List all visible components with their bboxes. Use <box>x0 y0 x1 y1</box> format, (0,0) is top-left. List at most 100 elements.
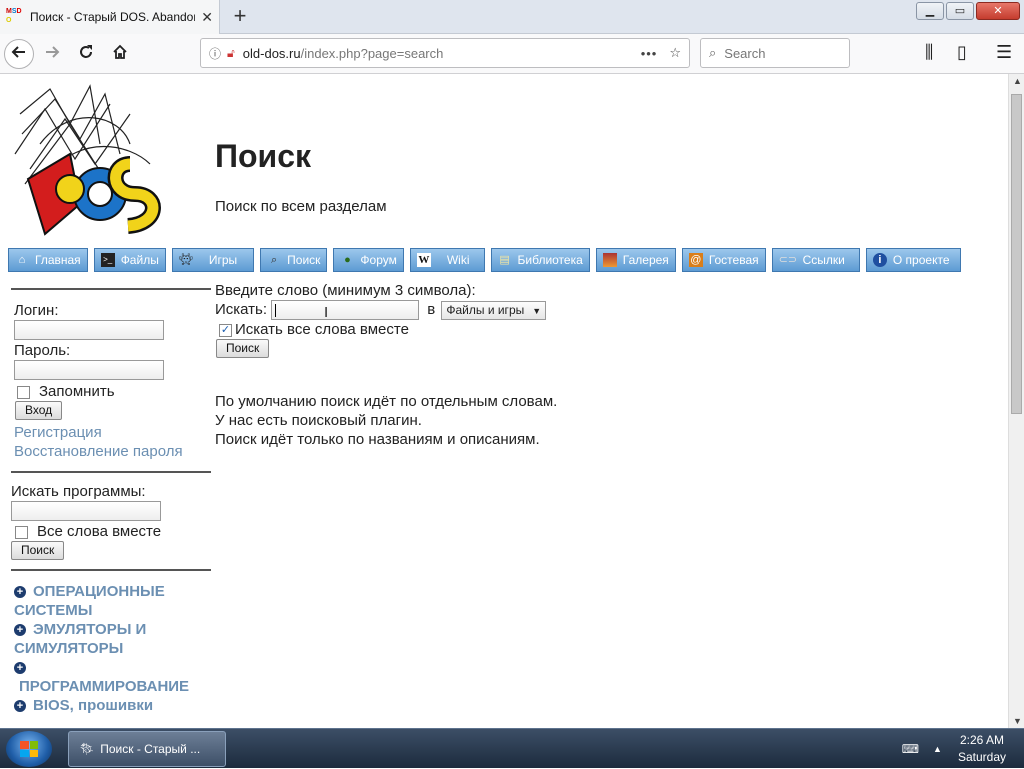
page-info-icon[interactable]: ⓘ <box>209 45 221 62</box>
password-input[interactable] <box>14 360 164 380</box>
browser-search-input[interactable]: ⌕ Search <box>700 38 850 68</box>
page-subtitle: Поиск по всем разделам <box>215 198 387 215</box>
tab-close-icon[interactable]: ✕ <box>201 9 213 26</box>
search-submit-button[interactable]: Поиск <box>216 339 270 358</box>
expand-icon: + <box>14 624 26 636</box>
page-actions-icon[interactable]: ••• <box>641 46 658 61</box>
menu-item-guestbook[interactable]: @ Гостевая <box>681 248 766 272</box>
scrollbar-thumb[interactable] <box>1011 94 1022 414</box>
taskbar-item-label: Поиск - Старый ... <box>100 742 201 756</box>
sidebar: Логин: Пароль: Запомнить Вход Регистраци… <box>11 288 211 715</box>
menu-item-games[interactable]: 👾︎ Игры <box>171 248 255 272</box>
address-bar[interactable]: ⓘ 🔓︎ old-dos.ru /index.php?page=search •… <box>200 38 690 68</box>
library-icon[interactable]: ⫼ <box>925 42 933 63</box>
forward-button[interactable] <box>36 38 68 70</box>
category-label: BIOS, прошивки <box>33 697 154 714</box>
side-all-words-row: Все слова вместе <box>15 523 211 540</box>
divider <box>11 471 211 473</box>
expand-icon: + <box>14 662 26 674</box>
divider <box>11 569 211 571</box>
menu-item-library[interactable]: ▤ Библиотека <box>490 248 590 272</box>
page-scrollbar[interactable]: ▲ ▼ <box>1008 74 1024 728</box>
reload-button[interactable] <box>70 38 102 70</box>
reload-icon <box>80 44 92 58</box>
category-emulators[interactable]: + ЭМУЛЯТОРЫ И СИМУЛЯТОРЫ <box>14 620 211 658</box>
menu-item-gallery[interactable]: Галерея <box>595 248 676 272</box>
insecure-lock-icon[interactable]: 🔓︎ <box>227 46 235 61</box>
login-button[interactable]: Вход <box>15 401 63 420</box>
show-hidden-icons-icon[interactable]: ▲ <box>933 744 942 754</box>
category-os[interactable]: + ОПЕРАЦИОННЫЕ СИСТЕМЫ <box>14 582 211 620</box>
terminal-icon: >_ <box>100 253 115 267</box>
search-icon: ⌕ <box>709 45 717 60</box>
menu-item-forum[interactable]: ● Форум <box>333 248 404 272</box>
forward-arrow-icon <box>46 45 60 58</box>
taskbar-item-browser[interactable]: 🪲︎ Поиск - Старый ... <box>68 731 226 767</box>
note-line: По умолчанию поиск идёт по отдельным сло… <box>215 393 558 410</box>
text-caret <box>275 304 277 317</box>
bookmark-star-icon[interactable]: ☆ <box>669 45 681 61</box>
magnifier-icon: ⌕ <box>271 254 278 266</box>
search-placeholder: Search <box>724 45 766 61</box>
search-form: Введите слово (минимум 3 символа): Искат… <box>215 282 557 449</box>
close-window-button[interactable]: ✕ <box>976 2 1020 20</box>
menu-item-label: Галерея <box>622 253 669 267</box>
ms-dos-logo <box>10 84 174 244</box>
scroll-down-icon[interactable]: ▼ <box>1013 716 1022 726</box>
side-search-input[interactable] <box>11 501 161 521</box>
all-words-row: ✓ Искать все слова вместе <box>219 321 557 338</box>
person-icon: ● <box>344 254 351 266</box>
invader-icon: 👾︎ <box>178 254 193 266</box>
keyboard-icon[interactable]: ⌨ <box>902 742 919 756</box>
category-bios[interactable]: + BIOS, прошивки <box>14 696 211 715</box>
recover-password-link[interactable]: Восстановление пароля <box>14 442 211 461</box>
remember-checkbox[interactable] <box>17 385 30 399</box>
menu-item-label: Поиск <box>287 253 321 267</box>
clock[interactable]: 2:26 AM Saturday <box>958 732 1006 766</box>
windows-logo-icon <box>20 741 38 757</box>
maximize-button[interactable]: ▭ <box>946 2 974 20</box>
category-label: ПРОГРАММИРОВАНИЕ <box>19 678 190 695</box>
remember-label: Запомнить <box>39 383 115 400</box>
side-search-button[interactable]: Поиск <box>11 541 65 560</box>
browser-tab[interactable]: MSDO Поиск - Старый DOS. Abandon ✕ <box>0 0 220 34</box>
all-words-label: Искать все слова вместе <box>235 321 409 338</box>
menu-item-label: Игры <box>208 253 238 267</box>
login-input[interactable] <box>14 320 164 340</box>
menu-item-links[interactable]: ⊂⊃ Ссылки <box>771 248 860 272</box>
menu-item-label: Библиотека <box>517 253 583 267</box>
in-label: в <box>427 300 436 318</box>
search-scope-select[interactable]: Файлы и игры ▼ <box>441 300 547 320</box>
hamburger-menu-icon[interactable]: ☰ <box>996 42 1012 63</box>
start-button[interactable] <box>6 731 52 767</box>
wiki-icon: W <box>416 253 431 267</box>
minimize-button[interactable]: ▁ <box>916 2 944 20</box>
expand-icon: + <box>14 700 26 712</box>
register-link[interactable]: Регистрация <box>14 423 211 442</box>
side-all-words-checkbox[interactable] <box>15 525 28 539</box>
back-button[interactable] <box>4 38 34 69</box>
back-arrow-icon <box>11 45 25 58</box>
scroll-up-icon[interactable]: ▲ <box>1013 76 1022 86</box>
menu-item-label: О проекте <box>892 253 950 267</box>
menu-item-search[interactable]: ⌕ Поиск <box>260 248 328 272</box>
menu-item-label: Гостевая <box>708 253 759 267</box>
home-button[interactable] <box>104 38 136 70</box>
system-tray: ⌨ ▲ 2:26 AM Saturday <box>902 729 1024 769</box>
note-line: У нас есть поисковый плагин. <box>215 412 422 429</box>
taskbar: 🪲︎ Поиск - Старый ... ⌨ ▲ 2:26 AM Saturd… <box>0 728 1024 768</box>
menu-item-about[interactable]: i О проекте <box>865 248 961 272</box>
search-query-input[interactable] <box>271 300 420 320</box>
menu-item-wiki[interactable]: W Wiki <box>409 248 485 272</box>
menu-item-home[interactable]: ⌂ Главная <box>8 248 88 272</box>
new-tab-button[interactable]: + <box>226 2 254 30</box>
sidebar-toggle-icon[interactable]: ▯ <box>957 42 967 63</box>
all-words-checkbox[interactable]: ✓ <box>219 323 232 337</box>
login-label: Логин: <box>14 302 59 319</box>
home-icon: ⌂ <box>18 254 26 266</box>
search-prompt: Введите слово (минимум 3 символа): <box>215 282 476 299</box>
menu-item-files[interactable]: >_ Файлы <box>93 248 166 272</box>
site-favicon-icon: MSDO <box>6 8 22 24</box>
category-programming[interactable]: + ПРОГРАММИРОВАНИЕ <box>14 658 211 696</box>
dos-app-icon: 🪲︎ <box>79 742 95 756</box>
